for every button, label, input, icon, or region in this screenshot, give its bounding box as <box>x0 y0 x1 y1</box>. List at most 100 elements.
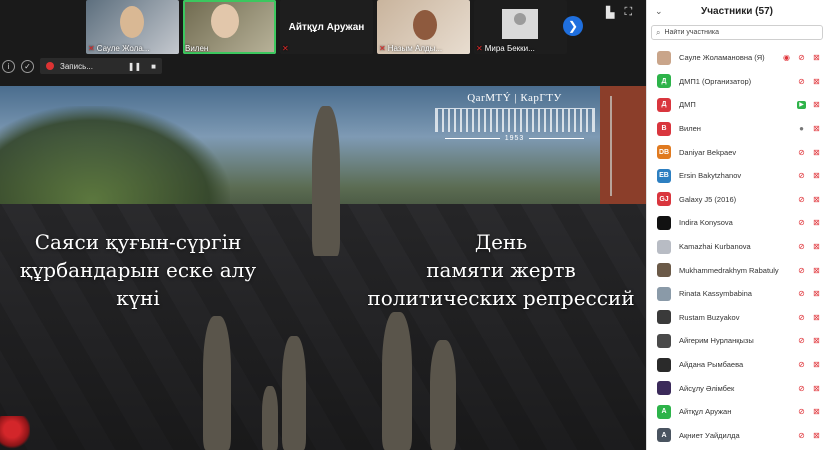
participant-face <box>211 4 239 38</box>
participant-row[interactable]: Rustam Buzyakov ⊘ ⊠ <box>647 306 827 330</box>
stop-icon[interactable]: ■ <box>151 62 156 71</box>
participant-row[interactable]: Айдана Рымбаева ⊘ ⊠ <box>647 353 827 377</box>
mic-muted-icon: ⊘ <box>798 53 805 63</box>
mic-icon: ● <box>799 124 804 134</box>
mic-muted-icon: ⊘ <box>798 147 805 157</box>
avatar <box>657 286 671 301</box>
video-muted-icon: ⊠ <box>813 194 820 204</box>
video-tile[interactable]: ✕ Сауле Жола... <box>86 0 179 54</box>
video-strip: ✕ Сауле Жола... Вилен Айтқұл Аружан ✕ ✕ На… <box>86 0 567 54</box>
participant-face <box>413 10 437 40</box>
participant-name: Айтқұл Аружан <box>679 407 732 417</box>
video-tile-active[interactable]: Вилен <box>183 0 276 54</box>
participant-name: ДМП <box>679 100 696 110</box>
avatar: А <box>657 404 671 419</box>
avatar <box>657 215 671 230</box>
participant-row[interactable]: EB Ersin Bakytzhanov ⊘ ⊠ <box>647 164 827 188</box>
mic-muted-icon: ⊘ <box>798 265 805 275</box>
participant-row[interactable]: Айсұлу Әлімбек ⊘ ⊠ <box>647 376 827 400</box>
participant-name: Galaxy J5 (2016) <box>679 194 737 204</box>
participant-name: Daniyar Bekpaev <box>679 147 737 157</box>
video-muted-icon: ⊠ <box>813 383 820 393</box>
statue-figure <box>282 336 306 450</box>
mic-muted-icon: ⊘ <box>798 76 805 86</box>
video-muted-icon: ⊠ <box>813 53 820 63</box>
chevron-down-icon[interactable]: ⌄ <box>655 6 669 17</box>
video-muted-icon: ⊠ <box>813 336 820 346</box>
participant-name: Rustam Buzyakov <box>679 312 740 322</box>
participant-name: Ақниет Уайдилда <box>679 430 740 440</box>
video-tile-label: ✕ Назым Алды... <box>379 44 443 53</box>
participant-name: Ersin Bakytzhanov <box>679 171 742 181</box>
search-input[interactable] <box>664 29 815 36</box>
building-logo-icon <box>434 108 595 132</box>
participant-face <box>120 6 144 38</box>
default-avatar-icon <box>502 9 538 39</box>
panel-header: ⌄ Участники (57) <box>647 0 827 22</box>
slide-title-ru: День памяти жертв политических репрессий <box>367 230 635 310</box>
participant-name: ДМП1 (Организатор) <box>679 76 752 86</box>
participant-search: ⌕ <box>651 25 823 40</box>
statue-figure <box>262 386 278 450</box>
layout-icon[interactable]: ▙ <box>606 6 614 19</box>
recording-bar: i ✓ Запись... ❚❚ ■ <box>2 58 162 74</box>
info-icon[interactable]: i <box>2 59 15 73</box>
record-dot-icon <box>46 62 54 70</box>
pause-icon[interactable]: ❚❚ <box>128 62 141 71</box>
university-logo: QarMTÝ | КарГТУ 1953 <box>432 92 597 154</box>
participant-name: Вилен <box>679 124 701 134</box>
participant-row[interactable]: Айгерим Нурланқызы ⊘ ⊠ <box>647 329 827 353</box>
mic-muted-icon: ⊘ <box>798 194 805 204</box>
avatar: EB <box>657 168 671 183</box>
participant-row[interactable]: Д ДМП1 (Организатор) ⊘ ⊠ <box>647 70 827 94</box>
participant-name: Айдана Рымбаева <box>679 360 744 370</box>
participant-name: Rinata Kassymbabina <box>679 289 752 299</box>
avatar: В <box>657 121 671 136</box>
mic-muted-icon: ⊘ <box>798 407 805 417</box>
participant-row[interactable]: Kamazhai Kurbanova ⊘ ⊠ <box>647 235 827 259</box>
building-image <box>600 86 646 206</box>
participant-name: Kamazhai Kurbanova <box>679 242 751 252</box>
muted-mic-icon: ✕ <box>282 44 289 53</box>
meeting-area: ✕ Сауле Жола... Вилен Айтқұл Аружан ✕ ✕ На… <box>0 0 646 450</box>
video-tile[interactable]: ✕ Мира Бекки... <box>474 0 567 54</box>
next-page-button[interactable]: ❯ <box>563 16 583 36</box>
participant-row[interactable]: В Вилен ● ⊠ <box>647 117 827 141</box>
video-tile-label: ✕ Сауле Жола... <box>88 44 150 53</box>
video-tile-label: ✕ Мира Бекки... <box>476 44 535 53</box>
video-tile-label: Вилен <box>185 44 209 53</box>
record-icon: ◉ <box>783 53 790 63</box>
shared-screen: QarMTÝ | КарГТУ 1953 Саяси қуғын-сүргін … <box>0 86 646 450</box>
participant-row[interactable]: А Ақниет Уайдилда ⊘ ⊠ <box>647 424 827 448</box>
video-muted-icon: ⊠ <box>813 218 820 228</box>
video-muted-icon: ⊠ <box>813 242 820 252</box>
panel-title: Участники (57) <box>701 5 773 17</box>
video-muted-icon: ⊠ <box>813 407 820 417</box>
mic-muted-icon: ⊘ <box>798 383 805 393</box>
participants-panel: ⌄ Участники (57) ⌕ Сауле Жоламановна (Я)… <box>646 0 827 450</box>
fullscreen-icon[interactable]: ⛶ <box>624 6 632 19</box>
video-muted-icon: ⊠ <box>813 265 820 275</box>
muted-mic-icon: ✕ <box>379 44 386 53</box>
screen-share-icon: ▶ <box>797 100 806 109</box>
mic-muted-icon: ⊘ <box>798 312 805 322</box>
participant-row[interactable]: DB Daniyar Bekpaev ⊘ ⊠ <box>647 140 827 164</box>
participant-row[interactable]: Rinata Kassymbabina ⊘ ⊠ <box>647 282 827 306</box>
participant-list: Сауле Жоламановна (Я) ◉ ⊘ ⊠ Д ДМП1 (Организат… <box>647 46 827 447</box>
participant-row[interactable]: Д ДМП ▶ ⊠ <box>647 93 827 117</box>
participant-name: Indira Konysova <box>679 218 733 228</box>
video-muted-icon: ⊠ <box>813 171 820 181</box>
participant-row[interactable]: А Айтқұл Аружан ⊘ ⊠ <box>647 400 827 424</box>
participant-row[interactable]: Сауле Жоламановна (Я) ◉ ⊘ ⊠ <box>647 46 827 70</box>
participant-row[interactable]: Mukhammedrakhym Rabatuly ⊘ ⊠ <box>647 258 827 282</box>
participant-row[interactable]: GJ Galaxy J5 (2016) ⊘ ⊠ <box>647 188 827 212</box>
video-tile-name-only[interactable]: Айтқұл Аружан ✕ <box>280 0 373 54</box>
view-controls: ▙ ⛶ <box>606 6 632 19</box>
video-tile[interactable]: ✕ Назым Алды... <box>377 0 470 54</box>
slide-title-kz: Саяси қуғын-сүргін құрбандарын еске алу … <box>19 230 257 310</box>
mic-muted-icon: ⊘ <box>798 171 805 181</box>
participant-row[interactable]: Indira Konysova ⊘ ⊠ <box>647 211 827 235</box>
shield-icon[interactable]: ✓ <box>21 59 34 73</box>
video-tile-label: ✕ <box>282 44 289 53</box>
avatar <box>657 357 671 372</box>
